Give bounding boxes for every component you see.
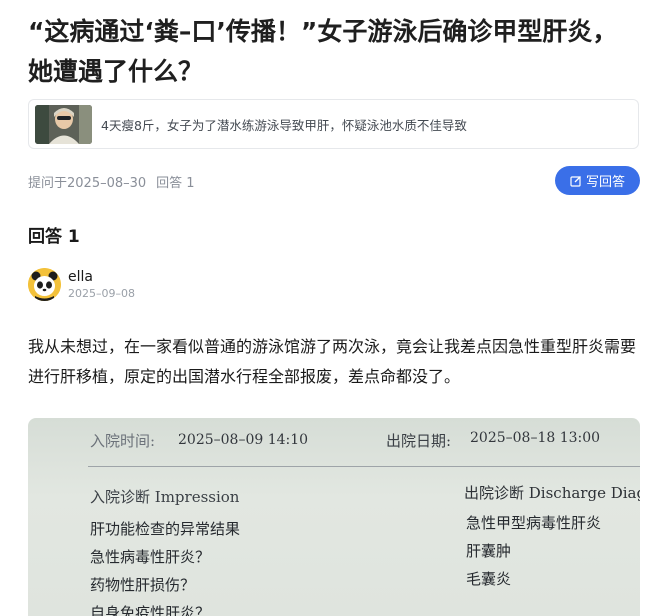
write-answer-button[interactable]: 写回答 <box>555 166 640 195</box>
admit-diagnosis-item: 自身免疫性肝炎？ <box>90 604 211 616</box>
admit-time-label: 入院时间: <box>90 432 156 450</box>
author-name[interactable]: ella <box>68 269 135 285</box>
question-meta: 提问于2025–08–30 回答 1 <box>28 172 195 191</box>
admit-diagnosis-heading: 入院诊断 Impression <box>90 488 240 506</box>
edit-icon <box>570 175 581 187</box>
write-answer-label: 写回答 <box>585 175 625 190</box>
related-article-title: 4天瘦8斤，女子为了潜水练游泳导致甲肝，怀疑泳池水质不佳导致 <box>101 117 467 133</box>
discharge-diagnosis-item: 肝囊肿 <box>466 542 512 560</box>
discharge-date-label: 出院日期: <box>386 432 452 450</box>
answer-author[interactable]: ella 2025–09–08 <box>28 268 135 301</box>
discharge-diagnosis-heading: 出院诊断 Discharge Diagnos <box>464 484 640 502</box>
avatar[interactable] <box>28 268 61 301</box>
article-thumbnail <box>35 104 92 144</box>
answer-text: 我从未想过，在一家看似普通的游泳馆游了两次泳，竟会让我差点因急性重型肝炎需要进行… <box>28 337 637 386</box>
related-article-card[interactable]: 4天瘦8斤，女子为了潜水练游泳导致甲肝，怀疑泳池水质不佳导致 <box>28 99 639 149</box>
question-title: “这病通过‘粪–口’传播！”女子游泳后确诊甲型肝炎，她遭遇了什么？ <box>28 17 618 86</box>
answer-count: 回答 1 <box>156 176 195 191</box>
admit-time-value: 2025–08–09 14:10 <box>178 432 309 448</box>
medical-record-photo[interactable]: 入院时间: 2025–08–09 14:10 出院日期: 2025–08–18 … <box>28 418 640 616</box>
discharge-diagnosis-item: 急性甲型病毒性肝炎 <box>466 514 602 532</box>
admit-diagnosis-item: 肝功能检查的异常结果 <box>90 520 241 538</box>
discharge-diagnosis-item: 毛囊炎 <box>466 570 512 588</box>
admit-diagnosis-item: 药物性肝损伤？ <box>90 576 196 594</box>
answers-heading: 回答 1 <box>28 227 80 247</box>
form-divider <box>88 466 640 467</box>
admit-diagnosis-item: 急性病毒性肝炎？ <box>90 548 211 566</box>
discharge-date-value: 2025–08–18 13:00 <box>470 430 601 446</box>
asked-date: 提问于2025–08–30 <box>28 176 147 191</box>
answer-date: 2025–09–08 <box>68 287 135 300</box>
